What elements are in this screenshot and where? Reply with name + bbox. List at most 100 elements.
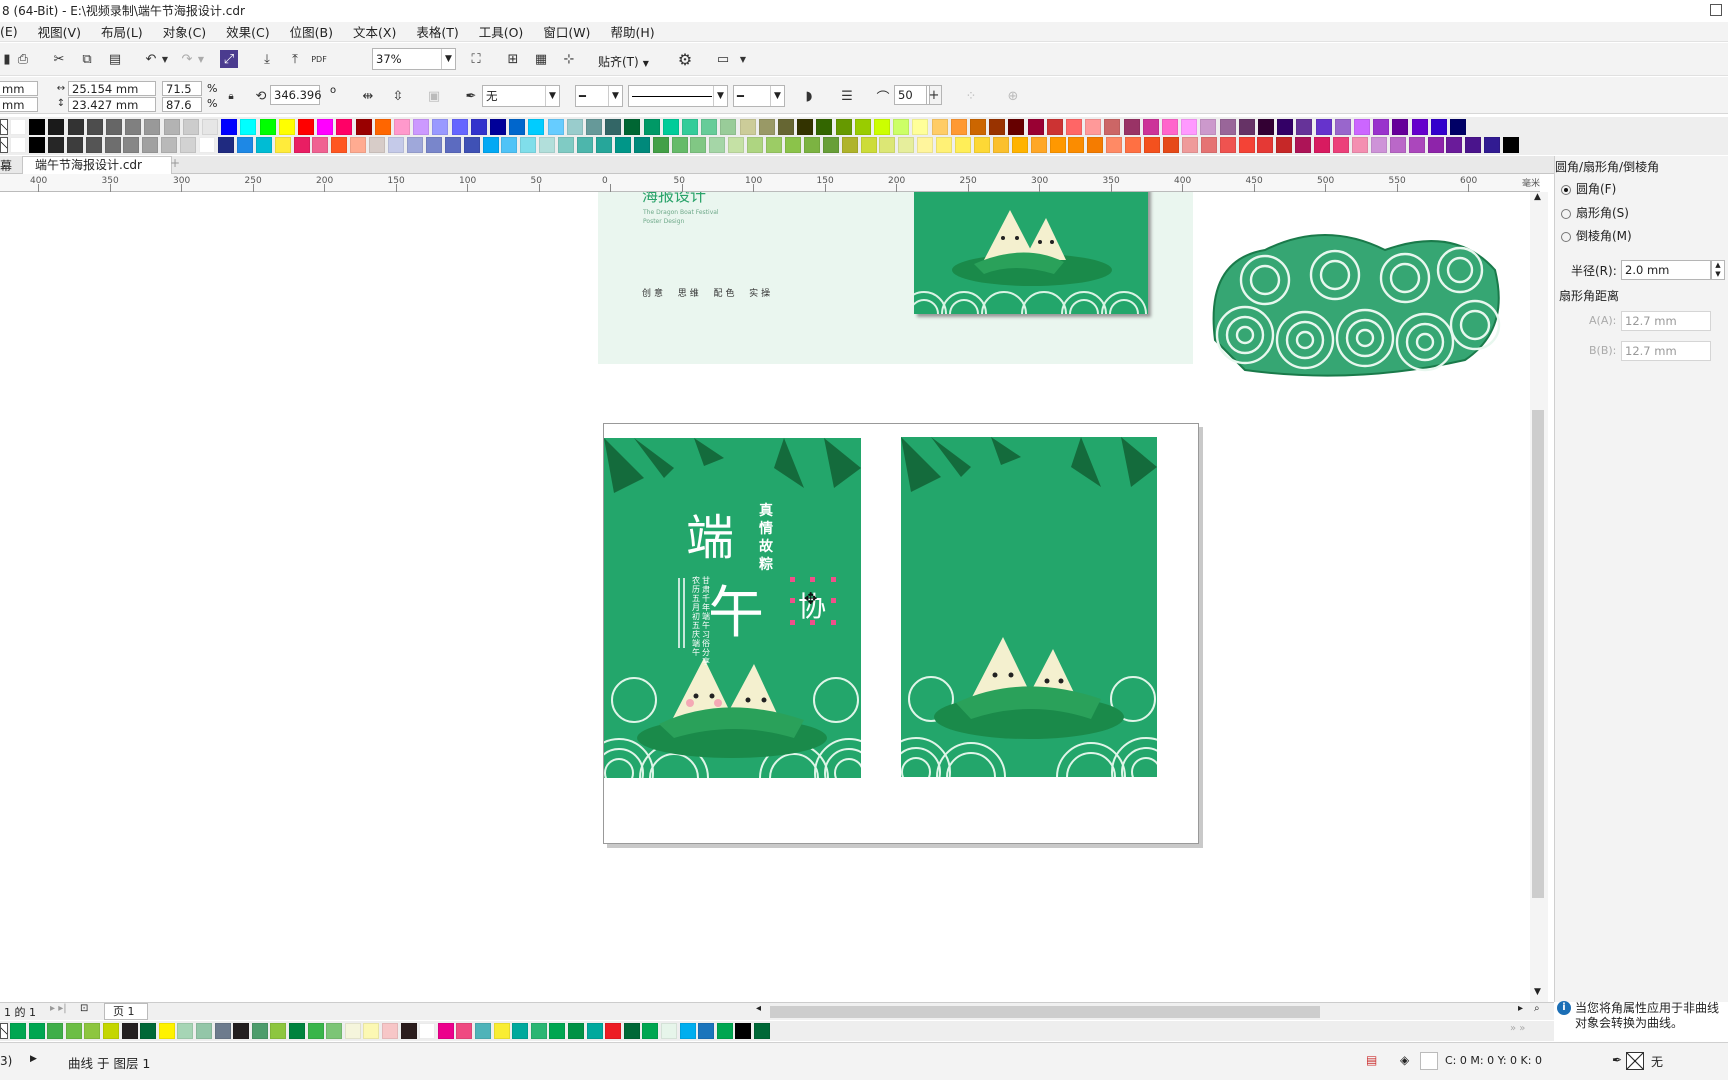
color-swatch[interactable]	[1411, 119, 1428, 135]
color-swatch[interactable]	[1011, 137, 1028, 153]
color-swatch[interactable]	[104, 137, 121, 153]
color-swatch[interactable]	[199, 137, 215, 153]
color-swatch[interactable]	[950, 119, 967, 135]
color-swatch[interactable]	[754, 1023, 770, 1039]
selection-handle[interactable]	[810, 620, 815, 625]
color-swatch[interactable]	[140, 1023, 157, 1039]
color-swatch[interactable]	[568, 1023, 584, 1039]
show-grid-icon[interactable]: ▦	[530, 48, 552, 70]
color-swatch[interactable]	[221, 119, 238, 135]
color-swatch[interactable]	[816, 119, 833, 135]
menu-help[interactable]: 帮助(H)	[610, 22, 654, 41]
color-swatch[interactable]	[463, 137, 480, 153]
zoom-tool-icon[interactable]: ⌕	[1534, 1003, 1540, 1014]
palette-scroll-icon[interactable]: » »	[1510, 1023, 1525, 1034]
color-swatch[interactable]	[470, 119, 487, 135]
outline-pen-icon[interactable]: ✒	[460, 85, 482, 107]
color-swatch[interactable]	[586, 119, 602, 135]
color-swatch[interactable]	[475, 1023, 491, 1039]
options-gear-icon[interactable]: ⚙	[674, 48, 696, 70]
color-swatch[interactable]	[797, 119, 814, 135]
option-round[interactable]: 圆角(F)	[1561, 180, 1616, 197]
color-swatch[interactable]	[1503, 137, 1520, 153]
color-swatch[interactable]	[456, 1023, 473, 1039]
chevron-down-icon[interactable]: ▼	[608, 86, 622, 106]
color-swatch[interactable]	[1106, 137, 1123, 153]
import-icon[interactable]: ⤓	[256, 48, 278, 70]
color-swatch[interactable]	[180, 137, 197, 153]
wave-cluster-object[interactable]	[1205, 230, 1507, 380]
color-swatch[interactable]	[10, 1023, 26, 1039]
color-swatch[interactable]	[490, 119, 506, 135]
color-swatch[interactable]	[1049, 137, 1066, 153]
show-guidelines-icon[interactable]: ⊹	[558, 48, 580, 70]
color-swatch[interactable]	[344, 1023, 361, 1039]
paste-icon[interactable]: ▤	[104, 48, 126, 70]
menu-layout[interactable]: 布局(L)	[101, 22, 143, 41]
scale-width-field[interactable]: 71.5	[162, 81, 202, 96]
color-swatch[interactable]	[558, 137, 575, 153]
selection-handle[interactable]	[831, 577, 836, 582]
add-tab-icon[interactable]: +	[170, 156, 180, 170]
color-swatch[interactable]	[85, 137, 102, 153]
color-swatch[interactable]	[1238, 119, 1255, 135]
color-swatch[interactable]	[28, 137, 45, 153]
color-swatch[interactable]	[642, 1023, 659, 1039]
full-screen-icon[interactable]: ⛶	[465, 48, 487, 70]
color-swatch[interactable]	[1238, 137, 1255, 153]
color-swatch[interactable]	[1314, 137, 1331, 153]
color-swatch[interactable]	[1219, 119, 1236, 135]
color-swatch[interactable]	[1354, 119, 1370, 135]
color-swatch[interactable]	[331, 137, 348, 153]
color-swatch[interactable]	[298, 119, 314, 135]
color-swatch[interactable]	[29, 119, 46, 135]
color-swatch[interactable]	[728, 137, 745, 153]
print-icon[interactable]: ⎙	[12, 48, 34, 70]
color-swatch[interactable]	[47, 137, 64, 153]
color-swatch[interactable]	[400, 1023, 417, 1039]
color-swatch[interactable]	[1258, 119, 1274, 135]
color-swatch[interactable]	[595, 137, 612, 153]
color-swatch[interactable]	[1392, 119, 1409, 135]
color-swatch[interactable]	[103, 1023, 119, 1039]
color-swatch[interactable]	[413, 119, 430, 135]
color-swatch[interactable]	[144, 119, 161, 135]
selection-handle[interactable]	[790, 598, 795, 603]
chevron-down-icon[interactable]: ▼	[713, 86, 727, 106]
color-swatch[interactable]	[566, 119, 583, 135]
color-swatch[interactable]	[577, 137, 593, 153]
color-swatch[interactable]	[326, 1023, 343, 1039]
color-swatch[interactable]	[605, 1023, 622, 1039]
search-content-icon[interactable]: ⤢	[220, 50, 238, 68]
menu-effects[interactable]: 效果(C)	[226, 22, 269, 41]
color-swatch[interactable]	[970, 119, 986, 135]
chevron-down-icon[interactable]: ▼	[732, 48, 754, 70]
color-swatch[interactable]	[539, 137, 556, 153]
chevron-down-icon[interactable]: ▼	[770, 86, 784, 106]
zoom-level-combo[interactable]: 37% ▼	[372, 48, 456, 70]
color-swatch[interactable]	[841, 137, 858, 153]
smoothing-add-icon[interactable]: +	[926, 85, 942, 105]
color-swatch[interactable]	[701, 119, 718, 135]
color-swatch[interactable]	[643, 119, 660, 135]
color-swatch[interactable]	[86, 119, 103, 135]
color-swatch[interactable]	[437, 1023, 454, 1039]
color-swatch[interactable]	[1370, 137, 1387, 153]
add-node-icon[interactable]: ⊕	[1002, 85, 1024, 107]
color-swatch[interactable]	[1123, 119, 1140, 135]
color-swatch[interactable]	[382, 1023, 398, 1039]
rotation-field[interactable]: 346.396	[270, 85, 322, 105]
option-scallop[interactable]: 扇形角(S)	[1561, 204, 1629, 221]
color-swatch[interactable]	[973, 137, 990, 153]
color-swatch[interactable]	[1334, 119, 1351, 135]
color-proof-icon[interactable]: ▤	[1366, 1053, 1377, 1067]
color-swatch[interactable]	[1219, 137, 1236, 153]
color-swatch[interactable]	[614, 137, 631, 153]
color-swatch[interactable]	[822, 137, 839, 153]
no-color-swatch[interactable]	[0, 137, 8, 153]
poster-front[interactable]: 端 午 真情故粽 农历五月初五庆端午 甘肃千年端午习俗分享 协 ✥	[604, 438, 861, 778]
publish-pdf-icon[interactable]: PDF	[308, 48, 330, 70]
color-swatch[interactable]	[259, 119, 276, 135]
color-swatch[interactable]	[84, 1023, 101, 1039]
color-swatch[interactable]	[931, 119, 948, 135]
